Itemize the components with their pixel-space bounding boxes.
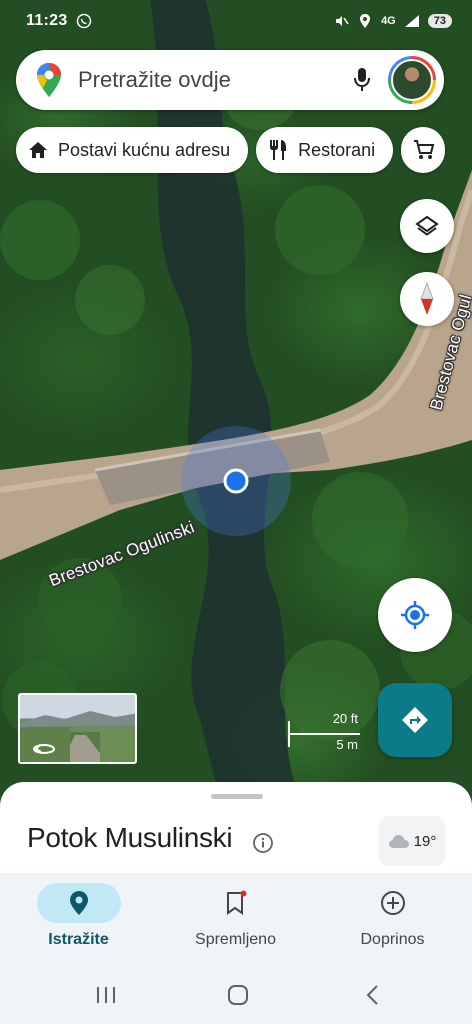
location-icon (357, 13, 373, 29)
current-location-dot (223, 468, 249, 494)
sheet-drag-handle[interactable] (211, 794, 263, 799)
add-circle-icon (380, 890, 406, 916)
street-view-thumbnail[interactable] (18, 693, 137, 764)
chip-shopping[interactable] (401, 127, 446, 173)
my-location-icon (400, 600, 430, 630)
recents-icon[interactable] (86, 981, 126, 1009)
network-type: 4G (381, 15, 396, 27)
nav-label: Spremljeno (195, 931, 276, 948)
directions-button[interactable] (378, 683, 452, 757)
weather-chip[interactable]: 19° (379, 816, 445, 866)
satellite-imagery (0, 0, 472, 800)
google-maps-pin-icon (36, 62, 62, 98)
nav-saved[interactable]: Spremljeno (157, 873, 314, 963)
battery-level: 73 (427, 14, 452, 28)
map-scale: 20 ft 5 m (274, 711, 364, 755)
explore-pin-icon (69, 890, 89, 916)
restaurant-icon (268, 139, 288, 161)
cloud-icon (388, 833, 410, 849)
my-location-button[interactable] (378, 578, 452, 652)
shopping-cart-icon (413, 139, 435, 161)
compass-button[interactable] (400, 272, 454, 326)
chip-restaurants[interactable]: Restorani (256, 127, 394, 173)
home-icon[interactable] (218, 981, 258, 1009)
category-chips: Postavi kućnu adresu Restorani (16, 127, 446, 173)
street-view-360-icon (32, 741, 56, 755)
mic-icon[interactable] (342, 60, 382, 100)
status-bar: 11:23 4G 73 (0, 0, 472, 42)
nav-label: Doprinos (360, 931, 425, 948)
layers-button[interactable] (400, 199, 454, 253)
layers-icon (415, 214, 439, 238)
nav-label: Istražite (48, 931, 109, 948)
search-input[interactable]: Pretražite ovdje (78, 67, 342, 93)
avatar[interactable] (388, 56, 436, 104)
home-icon (28, 141, 48, 159)
bookmark-icon (225, 890, 247, 916)
directions-icon (400, 705, 430, 735)
chip-home-address[interactable]: Postavi kućnu adresu (16, 127, 249, 173)
place-title: Potok Musulinski (27, 822, 233, 853)
nav-explore[interactable]: Istražite (0, 873, 157, 963)
nav-contribute[interactable]: Doprinos (314, 873, 471, 963)
signal-icon (404, 13, 420, 29)
bottom-navigation: Istražite Spremljeno Doprinos (0, 873, 472, 963)
info-icon[interactable] (252, 832, 274, 854)
whatsapp-icon (76, 13, 92, 29)
compass-icon (417, 282, 437, 316)
weather-temp: 19° (413, 832, 437, 850)
scale-feet: 20 ft (332, 711, 358, 726)
scale-meters: 5 m (336, 737, 358, 752)
mute-icon (333, 13, 349, 29)
status-time: 11:23 (26, 12, 68, 29)
back-icon[interactable] (352, 981, 392, 1009)
chip-label: Postavi kućnu adresu (58, 139, 231, 160)
map-view[interactable]: Brestovac Ogulinski Brestovac Ogul (0, 0, 472, 800)
chip-label: Restorani (298, 139, 376, 160)
system-navigation-bar (0, 963, 472, 1024)
search-bar[interactable]: Pretražite ovdje (16, 50, 444, 110)
